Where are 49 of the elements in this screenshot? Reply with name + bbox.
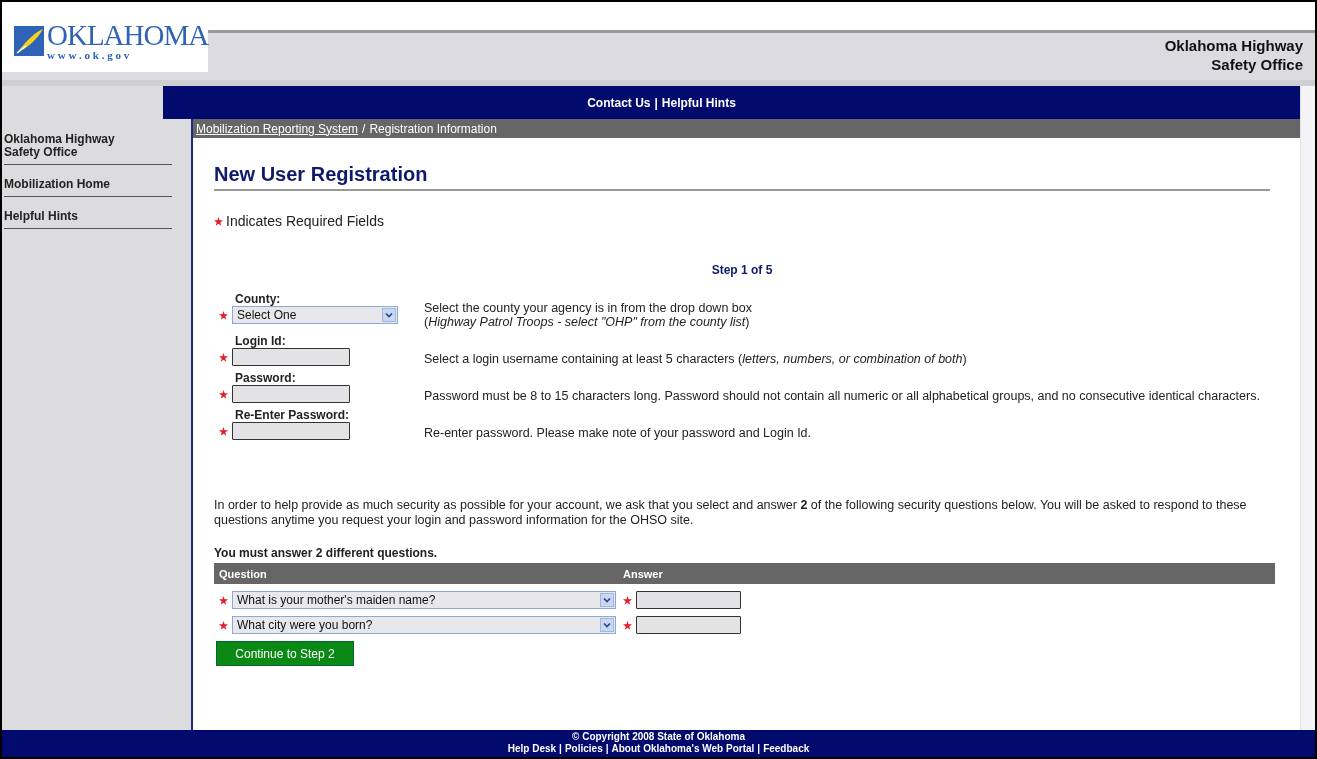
logo-url: w w w . o k . g o v xyxy=(47,49,131,61)
nav-link[interactable]: Helpful Hints xyxy=(661,95,736,110)
nav-link[interactable]: Contact Us xyxy=(587,95,651,110)
agency-name: Safety Office xyxy=(1210,55,1303,74)
footer-separator: | xyxy=(757,743,761,755)
question-dropdown[interactable]: What city were you born? xyxy=(232,616,616,634)
answer-field[interactable] xyxy=(636,591,741,609)
field-label: County: xyxy=(234,293,282,306)
continue-button[interactable]: Continue to Step 2 xyxy=(216,641,354,666)
help-text: Re-enter password. Please make note of your password and Login Id. xyxy=(424,426,813,440)
logo-wordmark: OKLAHOMA xyxy=(47,21,209,49)
footer-link[interactable]: Help Desk xyxy=(507,743,557,755)
feather-flag-icon xyxy=(14,26,44,56)
page-title: New User Registration xyxy=(214,162,1270,191)
nav-separator: | xyxy=(654,95,658,110)
help-text: (Highway Patrol Troops - select "OHP" from the county list) xyxy=(424,315,751,329)
answer-field[interactable] xyxy=(636,616,741,634)
breadcrumb-current: Registration Information xyxy=(369,121,497,136)
footer-link[interactable]: Policies xyxy=(564,743,603,755)
sidebar-link[interactable]: Oklahoma Highway Safety Office xyxy=(4,129,172,165)
text-input-field[interactable] xyxy=(232,385,350,403)
help-text: Select a login username containing at least 5 characters (letters, numbers, or combination of both) xyxy=(424,352,968,366)
footer-link[interactable]: About Oklahoma's Web Portal xyxy=(611,743,755,755)
column-header: Question xyxy=(219,567,268,580)
text-input-field[interactable] xyxy=(232,348,350,366)
field-label: Password: xyxy=(234,372,297,385)
breadcrumb-separator: / xyxy=(362,121,366,136)
step-indicator: Step 1 of 5 xyxy=(710,263,774,277)
agency-name: Oklahoma Highway xyxy=(1164,36,1303,55)
text-input-field[interactable] xyxy=(232,422,350,440)
copyright-text: © Copyright 2008 State of Oklahoma xyxy=(571,731,746,743)
county-dropdown[interactable]: Select One xyxy=(232,306,398,324)
footer-separator: | xyxy=(605,743,609,755)
help-text: Password must be 8 to 15 characters long. Password should not contain all numeric or all alphabetical groups, and no consecutive identical characters. xyxy=(424,389,1260,403)
column-header: Answer xyxy=(623,567,663,580)
field-label: Re-Enter Password: xyxy=(234,409,351,422)
sidebar-link[interactable]: Mobilization Home xyxy=(4,174,172,197)
sidebar-link[interactable]: Helpful Hints xyxy=(4,206,172,229)
required-note: Indicates Required Fields xyxy=(226,213,384,229)
footer-link[interactable]: Feedback xyxy=(763,743,810,755)
field-label: Login Id: xyxy=(234,335,287,348)
help-text: Select the county your agency is in from the drop down box xyxy=(424,301,753,315)
required-star-icon xyxy=(214,216,223,226)
question-dropdown[interactable]: What is your mother's maiden name? xyxy=(232,591,616,609)
breadcrumb-link[interactable]: Mobilization Reporting System xyxy=(196,121,359,136)
scrollbar[interactable] xyxy=(1300,86,1315,730)
questions-heading: You must answer 2 different questions. xyxy=(214,546,439,560)
footer-separator: | xyxy=(559,743,562,755)
security-intro-text: In order to help provide as much security as possible for your account, we ask that you select and answer 2 of the following security questions below. You will be asked to respond to these questions anytime you request your login and password information for the OHSO site. xyxy=(214,498,1248,528)
